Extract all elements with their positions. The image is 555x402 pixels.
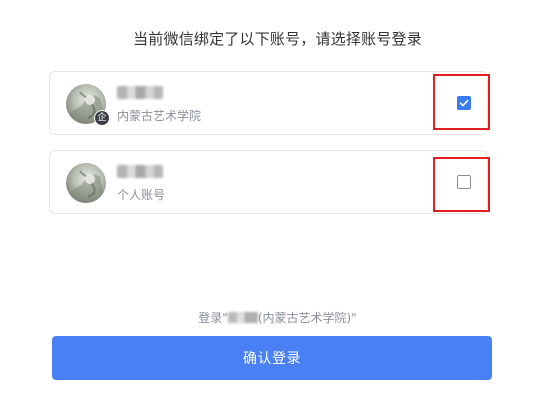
highlight-box (433, 74, 490, 130)
account-name: ████ (117, 86, 163, 99)
login-hint: 登录"███(内蒙古艺术学院)" (0, 309, 555, 326)
account-type-label: 个人账号 (117, 188, 166, 202)
confirm-login-button[interactable]: 确认登录 (52, 336, 492, 380)
account-org-label: 内蒙古艺术学院 (117, 109, 202, 123)
account-option-org[interactable]: 企 ████ 内蒙古艺术学院 (49, 71, 488, 135)
avatar (66, 163, 106, 203)
highlight-box (433, 157, 490, 212)
avatar-photo-icon (66, 163, 106, 203)
login-hint-prefix: 登录" (198, 311, 228, 325)
account-name: ████ (117, 165, 163, 178)
account-select-page: 当前微信绑定了以下账号，请选择账号登录 企 内蒙古艺术学院 个人账号 登录" (… (0, 0, 555, 402)
login-hint-name: ███ (227, 312, 258, 323)
avatar: 企 (66, 84, 110, 126)
login-hint-suffix: (内蒙古艺术学院)" (257, 311, 357, 325)
account-option-personal[interactable]: ████ 个人账号 (49, 150, 488, 214)
org-badge: 企 (94, 110, 110, 126)
page-title: 当前微信绑定了以下账号，请选择账号登录 (133, 30, 422, 48)
